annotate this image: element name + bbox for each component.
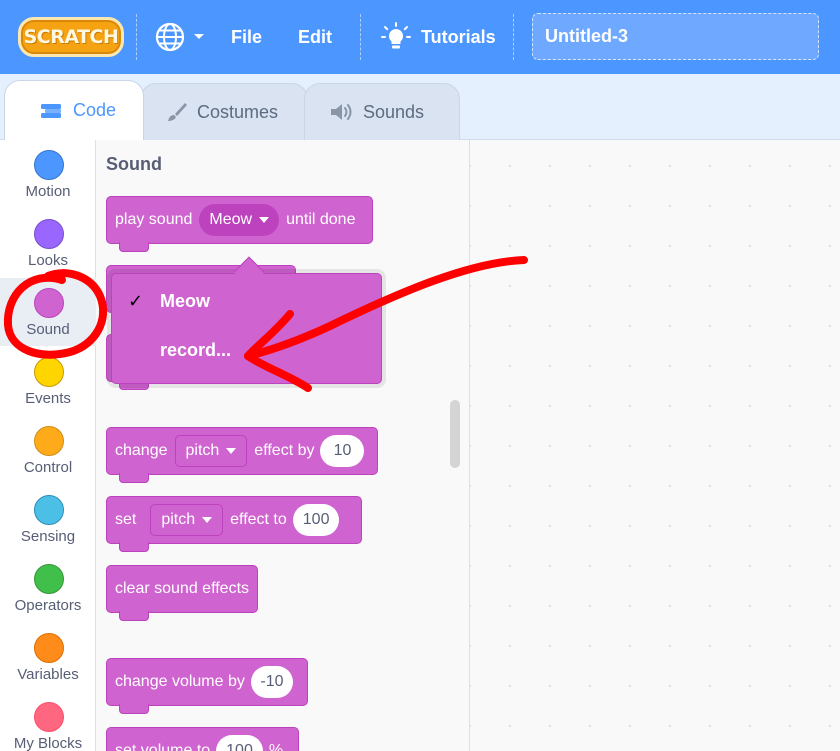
block-play-sound-until-done[interactable]: play sound Meow until done	[106, 196, 373, 252]
project-title-input[interactable]: Untitled-3	[532, 13, 819, 60]
category-control[interactable]: Control	[0, 416, 96, 484]
lightbulb-icon	[381, 22, 411, 49]
category-menu: Motion Looks Sound Events Control Sensin…	[0, 140, 96, 751]
category-looks[interactable]: Looks	[0, 209, 96, 277]
category-dot	[34, 150, 64, 180]
menu-bar: SCRATCH File Edit Tutorials Untitled-3	[0, 0, 840, 74]
block-text: play sound	[115, 211, 193, 228]
palette-scrollbar[interactable]	[450, 400, 460, 468]
block-clear-sound-effects[interactable]: clear sound effects	[106, 565, 258, 621]
sound-menu-value: Meow	[209, 211, 253, 228]
tab-sounds[interactable]: Sounds	[304, 83, 460, 140]
effect-menu[interactable]: pitch	[174, 435, 248, 467]
effect-value-input[interactable]: 100	[292, 504, 340, 536]
logo-text: SCRATCH	[23, 26, 119, 48]
block-text: effect to	[230, 511, 287, 528]
block-text: change volume by	[115, 673, 245, 690]
block-change-effect-by[interactable]: change pitch effect by 10	[106, 427, 378, 483]
language-menu[interactable]	[154, 0, 206, 74]
category-sensing[interactable]: Sensing	[0, 485, 96, 553]
file-menu[interactable]: File	[231, 0, 262, 74]
effect-menu[interactable]: pitch	[150, 504, 224, 536]
category-dot	[34, 426, 64, 456]
block-text: set	[115, 511, 137, 528]
sound-menu[interactable]: Meow	[199, 204, 280, 236]
category-dot	[34, 564, 64, 594]
volume-value-input[interactable]: 100	[216, 735, 263, 751]
paintbrush-icon	[168, 103, 187, 121]
script-workspace[interactable]	[470, 140, 840, 751]
block-change-volume-by[interactable]: change volume by -10	[106, 658, 308, 714]
editor-tabs: Code Costumes Sounds	[0, 74, 840, 140]
block-text: until done	[286, 211, 356, 228]
sound-dropdown-menu: ✓ Meow record...	[111, 273, 382, 384]
category-label: Motion	[25, 183, 71, 200]
category-dot	[34, 219, 64, 249]
block-text: %	[268, 742, 284, 751]
caret-down-icon	[202, 517, 213, 523]
block-text: effect by	[254, 442, 315, 459]
code-blocks-icon	[41, 103, 61, 118]
menu-divider	[513, 14, 514, 60]
block-text: change	[115, 442, 168, 459]
effect-menu-value: pitch	[185, 442, 220, 459]
caret-down-icon	[259, 217, 270, 223]
tab-costumes-label: Costumes	[197, 101, 279, 122]
category-label: Variables	[17, 666, 79, 683]
globe-icon	[155, 22, 185, 52]
category-dot	[34, 357, 64, 387]
category-label: Operators	[14, 597, 82, 614]
category-dot	[34, 633, 64, 663]
category-label: My Blocks	[13, 735, 83, 751]
category-variables[interactable]: Variables	[0, 623, 96, 691]
category-events[interactable]: Events	[0, 347, 96, 415]
category-label: Sound	[26, 321, 70, 338]
block-set-volume-to[interactable]: set volume to 100 %	[106, 727, 299, 751]
tab-sounds-label: Sounds	[363, 101, 425, 122]
tutorials-label: Tutorials	[421, 26, 496, 47]
block-text: clear sound effects	[115, 580, 250, 597]
category-label: Sensing	[20, 528, 76, 545]
palette-section-title: Sound	[106, 154, 162, 174]
category-label: Events	[25, 390, 71, 407]
tab-costumes[interactable]: Costumes	[140, 83, 308, 140]
category-sound[interactable]: Sound	[0, 278, 96, 346]
effect-amount-input[interactable]: 10	[320, 435, 365, 467]
category-label: Looks	[27, 252, 69, 269]
category-dot	[34, 702, 64, 732]
category-label: Control	[23, 459, 73, 476]
effect-menu-value: pitch	[161, 511, 196, 528]
chevron-down-icon	[194, 34, 204, 39]
block-palette: Sound play sound Meow until done change …	[96, 140, 470, 751]
category-dot	[34, 288, 64, 318]
category-motion[interactable]: Motion	[0, 140, 96, 208]
dropdown-option-label: record...	[160, 340, 232, 360]
category-dot	[34, 495, 64, 525]
caret-down-icon	[226, 448, 237, 454]
tab-code-label: Code	[73, 100, 117, 120]
tab-code[interactable]: Code	[4, 80, 144, 140]
scratch-logo[interactable]: SCRATCH	[18, 17, 124, 57]
dropdown-option-record[interactable]: record...	[112, 329, 381, 369]
category-operators[interactable]: Operators	[0, 554, 96, 622]
menu-divider	[360, 14, 361, 60]
volume-amount-input[interactable]: -10	[250, 666, 293, 698]
edit-menu[interactable]: Edit	[298, 0, 332, 74]
block-set-effect-to[interactable]: set pitch effect to 100	[106, 496, 362, 552]
dropdown-option-label: Meow	[160, 291, 211, 311]
speaker-icon	[331, 104, 352, 120]
tutorials-button[interactable]: Tutorials	[381, 0, 496, 74]
block-text: set volume to	[115, 742, 211, 751]
menu-divider	[136, 14, 137, 60]
category-my-blocks[interactable]: My Blocks	[0, 692, 96, 751]
checkmark-icon: ✓	[128, 291, 144, 311]
